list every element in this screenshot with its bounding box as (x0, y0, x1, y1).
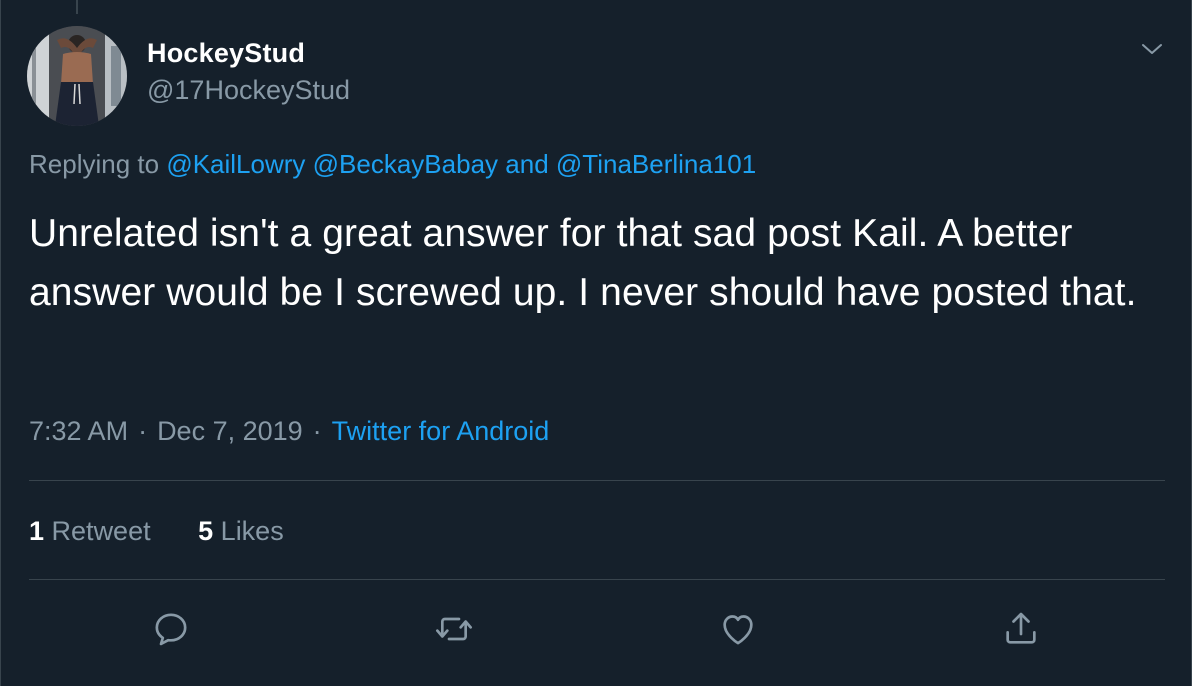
tweet-actions-bar (1, 604, 1192, 654)
replying-to-label: Replying to (29, 149, 160, 179)
likes-label: Likes (220, 516, 284, 546)
reply-icon (155, 613, 187, 646)
mention-conjunction[interactable]: and (505, 149, 548, 179)
retweets-stat[interactable]: 1 Retweet (29, 514, 151, 548)
mention-link-3[interactable]: @TinaBerlina101 (556, 149, 756, 179)
tweet-time[interactable]: 7:32 AM (29, 416, 128, 446)
share-button[interactable] (996, 604, 1046, 654)
heart-icon (723, 615, 753, 645)
mention-link-1[interactable]: @KailLowry (166, 149, 305, 179)
author-block[interactable]: HockeyStud @17HockeyStud (147, 38, 350, 105)
tweet-text: Unrelated isn't a great answer for that … (29, 212, 1137, 314)
like-button[interactable] (713, 604, 763, 654)
retweets-count: 1 (29, 516, 45, 546)
tweet-menu-button[interactable] (1137, 36, 1167, 62)
user-handle[interactable]: @17HockeyStud (147, 75, 350, 105)
mention-link-2[interactable]: @BeckayBabay (313, 149, 498, 179)
tweet-detail: HockeyStud @17HockeyStud Replying to @Ka… (0, 0, 1192, 686)
tweet-date[interactable]: Dec 7, 2019 (157, 416, 303, 446)
likes-count: 5 (198, 516, 214, 546)
meta-separator: · (312, 416, 322, 446)
tweet-stats: 1 Retweet 5 Likes (29, 514, 324, 548)
avatar[interactable] (27, 26, 127, 126)
retweet-button[interactable] (429, 604, 479, 654)
replying-to-line: Replying to @KailLowry @BeckayBabay and … (29, 148, 756, 180)
tweet-source-link[interactable]: Twitter for Android (332, 416, 550, 446)
reply-button[interactable] (146, 604, 196, 654)
thread-connector-line (76, 0, 78, 14)
retweet-icon (436, 617, 472, 641)
divider (29, 480, 1165, 481)
divider (29, 579, 1165, 580)
chevron-down-icon (1142, 44, 1162, 54)
meta-separator: · (138, 416, 148, 446)
likes-stat[interactable]: 5 Likes (198, 514, 284, 548)
retweets-label: Retweet (51, 516, 151, 546)
display-name[interactable]: HockeyStud (147, 38, 350, 68)
avatar-photo (27, 26, 127, 126)
share-icon (1006, 612, 1036, 644)
tweet-meta: 7:32 AM · Dec 7, 2019 · Twitter for Android (29, 414, 549, 448)
